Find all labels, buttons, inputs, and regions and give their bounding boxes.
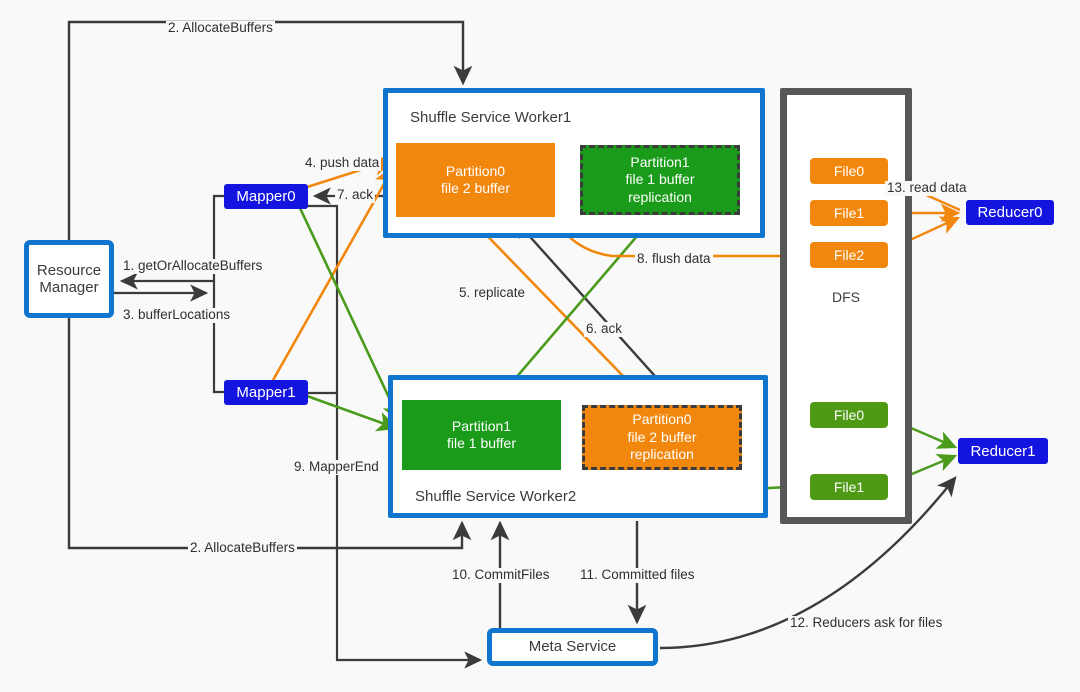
dfs-file1-green[interactable]: File1 (810, 474, 888, 500)
edge-label-1: 1. getOrAllocateBuffers (121, 258, 265, 274)
dfs-file1-orange[interactable]: File1 (810, 200, 888, 226)
edge-label-7: 7. ack (335, 187, 376, 203)
worker1-partition1-rep-line2: file 1 buffer (625, 171, 695, 188)
dfs-file1-orange-label: File1 (833, 205, 865, 221)
worker2-partition1-buffer[interactable]: Partition1 file 1 buffer (402, 400, 561, 470)
edge-push-green-mapper1 (306, 394, 399, 432)
dfs-file2-orange-label: File2 (833, 247, 865, 263)
mapper0-node[interactable]: Mapper0 (224, 184, 308, 209)
edge-label-3: 3. bufferLocations (121, 307, 233, 323)
diagram-canvas: Resource Manager Mapper0 Mapper1 Shuffle… (0, 0, 1080, 692)
edge-label-10: 10. CommitFiles (450, 567, 552, 583)
shuffle-service-worker1-label: Shuffle Service Worker1 (410, 109, 572, 126)
meta-service-label: Meta Service (528, 638, 617, 656)
edge-label-2-top: 2. AllocateBuffers (166, 20, 275, 36)
dfs-file0-green[interactable]: File0 (810, 402, 888, 428)
worker1-partition1-rep-line1: Partition1 (630, 153, 690, 170)
reducer0-label: Reducer0 (977, 204, 1043, 221)
edge-label-8: 8. flush data (635, 251, 713, 267)
reducer1-label: Reducer1 (970, 442, 1036, 460)
edge-push-green-mapper0 (298, 207, 402, 424)
edge-label-4: 4. push data (303, 155, 382, 171)
worker1-partition1-rep-line3: replication (628, 188, 692, 205)
edge-label-2-bottom: 2. AllocateBuffers (188, 540, 297, 556)
worker2-partition1-line2: file 1 buffer (446, 435, 516, 451)
reducer1-node[interactable]: Reducer1 (958, 438, 1048, 464)
resource-manager-label-line1: Resource (36, 261, 102, 279)
dfs-file0-green-label: File0 (833, 407, 865, 423)
edge-label-11: 11. Committed files (578, 567, 697, 583)
worker2-partition0-rep-line2: file 2 buffer (627, 428, 697, 445)
resource-manager-node[interactable]: Resource Manager (24, 240, 114, 318)
dfs-file0-orange[interactable]: File0 (810, 158, 888, 184)
reducer0-node[interactable]: Reducer0 (966, 200, 1054, 225)
edge-label-6: 6. ack (584, 321, 625, 337)
edge-label-9: 9. MapperEnd (292, 459, 381, 475)
edge-label-12: 12. Reducers ask for files (788, 615, 945, 631)
edge-label-5: 5. replicate (457, 285, 528, 301)
dfs-file1-green-label: File1 (833, 479, 865, 495)
worker1-partition0-buffer[interactable]: Partition0 file 2 buffer (396, 143, 555, 217)
worker2-partition1-line1: Partition1 (451, 417, 512, 434)
worker1-partition0-line1: Partition0 (445, 162, 506, 179)
edge-label-13: 13. read data (885, 180, 969, 196)
dfs-file2-orange[interactable]: File2 (810, 242, 888, 268)
mapper1-node[interactable]: Mapper1 (224, 380, 308, 405)
worker2-partition0-buffer-replication[interactable]: Partition0 file 2 buffer replication (582, 405, 742, 470)
worker1-partition1-buffer-replication[interactable]: Partition1 file 1 buffer replication (580, 145, 740, 215)
dfs-container[interactable]: DFS (780, 88, 912, 524)
edge-replicate-green (496, 213, 657, 401)
shuffle-service-worker2-label: Shuffle Service Worker2 (415, 488, 577, 505)
mapper0-label: Mapper0 (236, 188, 296, 205)
mapper1-label: Mapper1 (236, 384, 296, 401)
worker2-partition0-rep-line3: replication (630, 446, 694, 463)
worker1-partition0-line2: file 2 buffer (440, 180, 510, 196)
meta-service-node[interactable]: Meta Service (487, 628, 658, 666)
worker2-partition0-rep-line1: Partition0 (632, 411, 692, 428)
mapper-bus (212, 194, 224, 394)
resource-manager-label-line2: Manager (39, 279, 99, 296)
dfs-file0-orange-label: File0 (833, 163, 865, 179)
dfs-label: DFS (832, 289, 860, 305)
